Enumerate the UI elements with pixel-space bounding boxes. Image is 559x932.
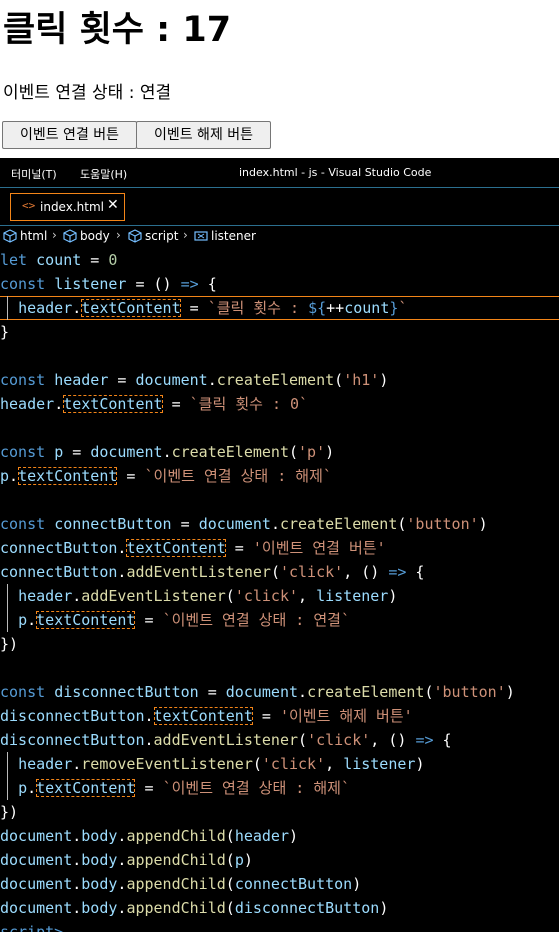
click-count-heading[interactable]: 클릭 횟수 : 17 xyxy=(3,8,231,52)
disconnect-event-button[interactable]: 이벤트 해제 버튼 xyxy=(136,121,271,149)
code-line: header.textContent = `클릭 횟수 : 0` xyxy=(0,395,309,413)
code-line: }) xyxy=(0,635,19,653)
vscode-window: 터미널(T) 도움말(H) index.html - js - Visual S… xyxy=(0,158,559,932)
chevron-right-icon: › xyxy=(116,228,121,242)
code-line: connectButton.textContent = '이벤트 연결 버튼' xyxy=(0,539,386,557)
code-line: document.body.appendChild(header) xyxy=(0,827,299,845)
breadcrumb-item-listener[interactable]: listener xyxy=(194,229,256,243)
tab-index-html[interactable]: <> index.html ✕ xyxy=(10,193,125,221)
code-line: header.removeEventListener('click', list… xyxy=(18,755,425,773)
code-line: } xyxy=(0,323,10,341)
code-line: const p = document.createElement('p') xyxy=(0,443,335,461)
code-line: const header = document.createElement('h… xyxy=(0,371,389,389)
close-icon[interactable]: ✕ xyxy=(107,197,119,213)
code-line: header.textContent = `클릭 횟수 : ${++count}… xyxy=(18,299,408,317)
code-line: header.addEventListener('click', listene… xyxy=(18,587,398,605)
breadcrumb-item-html[interactable]: html xyxy=(3,229,47,243)
breadcrumb-label: body xyxy=(80,229,110,243)
chevron-right-icon: › xyxy=(183,228,188,242)
code-line: document.body.appendChild(connectButton) xyxy=(0,875,362,893)
chevron-right-icon: › xyxy=(52,228,57,242)
code-line: disconnectButton.textContent = '이벤트 해제 버… xyxy=(0,707,413,725)
editor-tab-bar: <> index.html ✕ xyxy=(0,188,559,226)
menu-help[interactable]: 도움말(H) xyxy=(80,166,127,182)
code-line: script> xyxy=(0,923,64,932)
window-title: index.html - js - Visual Studio Code xyxy=(239,166,432,179)
code-line: p.textContent = `이벤트 연결 상태 : 연결` xyxy=(18,611,350,629)
code-line: document.body.appendChild(disconnectButt… xyxy=(0,899,389,917)
connect-event-button[interactable]: 이벤트 연결 버튼 xyxy=(2,121,137,149)
breadcrumb-label: listener xyxy=(211,229,256,243)
code-line: p.textContent = `이벤트 연결 상태 : 해제` xyxy=(18,779,350,797)
code-line: connectButton.addEventListener('click', … xyxy=(0,563,425,581)
cube-icon xyxy=(128,229,142,243)
code-line: document.body.appendChild(p) xyxy=(0,851,253,869)
breadcrumb-item-body[interactable]: body xyxy=(63,229,110,243)
breadcrumb-label: script xyxy=(145,229,179,243)
event-status-text: 이벤트 연결 상태 : 연결 xyxy=(3,83,172,103)
code-line: disconnectButton.addEventListener('click… xyxy=(0,731,452,749)
menu-terminal[interactable]: 터미널(T) xyxy=(11,166,57,182)
variable-icon xyxy=(194,231,208,241)
code-line: p.textContent = `이벤트 연결 상태 : 해제` xyxy=(0,467,332,485)
code-line: const disconnectButton = document.create… xyxy=(0,683,515,701)
breadcrumb-item-script[interactable]: script xyxy=(128,229,178,243)
tab-label: index.html xyxy=(40,200,104,214)
code-line: const connectButton = document.createEle… xyxy=(0,515,488,533)
code-line: const listener = () => { xyxy=(0,275,217,293)
cube-icon xyxy=(63,229,77,243)
browser-page: 클릭 횟수 : 17 이벤트 연결 상태 : 연결 이벤트 연결 버튼 이벤트 … xyxy=(0,0,559,158)
code-line: }) xyxy=(0,803,19,821)
html-file-icon: <> xyxy=(22,199,36,212)
breadcrumb: html › body › script › listener xyxy=(0,226,559,248)
code-line: let count = 0 xyxy=(0,251,118,269)
title-bar: 터미널(T) 도움말(H) index.html - js - Visual S… xyxy=(0,158,559,188)
cube-icon xyxy=(3,229,17,243)
breadcrumb-label: html xyxy=(20,229,48,243)
